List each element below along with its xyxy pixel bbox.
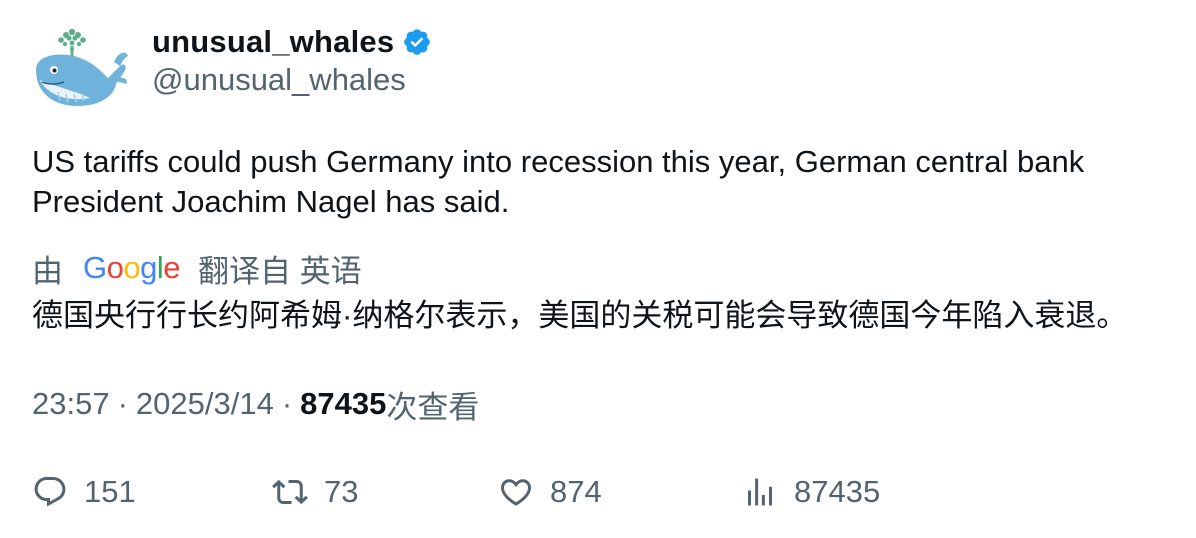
like-count: 874: [550, 474, 602, 509]
heart-icon: [500, 479, 532, 506]
tweet-time[interactable]: 23:57: [32, 386, 110, 422]
verified-badge-icon: [404, 29, 431, 55]
tweet-text: US tariffs could push Germany into reces…: [32, 144, 1085, 219]
translation-suffix[interactable]: 翻译自 英语: [198, 246, 362, 291]
retweet-icon: [272, 479, 308, 505]
views-button[interactable]: 87435: [742, 470, 880, 514]
views-action-count: 87435: [794, 474, 881, 509]
author-display-name[interactable]: unusual_whales: [152, 24, 394, 60]
author-name-row: unusual_whales: [152, 22, 432, 62]
translated-text: 德国央行行长约阿希姆·纳格尔表示，美国的关税可能会导致德国今年陷入衰退。: [32, 298, 1128, 333]
action-bar: 151 73 874 87435: [32, 470, 1172, 514]
views-label: 次查看: [386, 389, 480, 425]
reply-button[interactable]: 151: [32, 470, 136, 514]
meta-separator: ·: [117, 386, 128, 421]
tweet-date[interactable]: 2025/3/14: [136, 386, 274, 422]
tweet-meta: 23:57 · 2025/3/14 · 87435 次查看: [32, 384, 480, 425]
translation-attribution: 由 Google 翻译自 英语: [32, 246, 362, 291]
reply-count: 151: [84, 474, 136, 509]
tweet-card: unusual_whales @unusual_whales US tariff…: [0, 0, 1196, 538]
author-handle[interactable]: @unusual_whales: [152, 62, 406, 98]
meta-separator: ·: [281, 386, 293, 421]
retweet-button[interactable]: 73: [272, 470, 358, 514]
reply-icon: [34, 477, 66, 507]
retweet-count: 73: [324, 474, 359, 509]
views-chart-icon: [748, 478, 772, 506]
whale-avatar-icon[interactable]: [30, 22, 130, 114]
translation-prefix: 由: [32, 253, 63, 289]
like-button[interactable]: 874: [498, 470, 602, 514]
views-count: 87435: [300, 386, 387, 421]
google-logo: Google: [83, 250, 181, 285]
